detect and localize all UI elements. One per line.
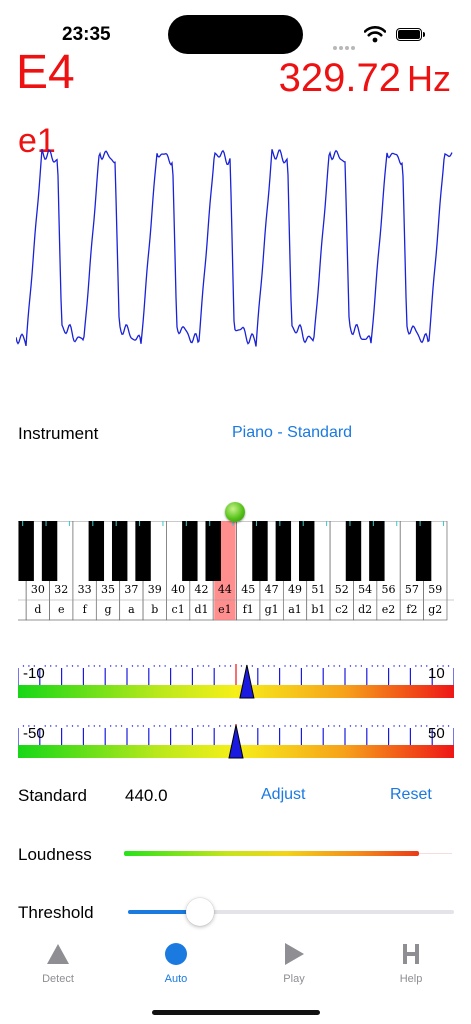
- piano-key-number: 33: [78, 583, 92, 596]
- fine-meter-max-label: 10: [428, 665, 445, 682]
- piano-key-name: g: [104, 603, 111, 616]
- threshold-slider-thumb[interactable]: [186, 898, 214, 926]
- piano-key-name: f2: [406, 603, 417, 616]
- tab-help-label: Help: [399, 973, 423, 985]
- piano-key-name: d: [34, 603, 41, 616]
- fine-meter-pointer: [239, 664, 255, 699]
- piano-key-number: 47: [265, 583, 279, 596]
- detected-note: E4: [16, 46, 75, 99]
- piano-black-key[interactable]: [299, 521, 315, 581]
- play-icon: [244, 940, 344, 968]
- loudness-bar-track: [419, 853, 452, 854]
- home-indicator: [152, 1010, 320, 1015]
- adjust-button[interactable]: Adjust: [261, 786, 305, 804]
- piano-key-name: e1: [218, 603, 232, 616]
- piano-key-number: 42: [195, 583, 209, 596]
- tab-detect[interactable]: Detect: [8, 940, 108, 985]
- piano-key-name: g1: [265, 603, 279, 616]
- instrument-selector[interactable]: Piano - Standard: [232, 424, 352, 442]
- dynamic-island: [168, 15, 303, 54]
- piano-key-number: 52: [335, 583, 349, 596]
- frequency-readout: 329.72 Hz: [279, 58, 451, 98]
- piano-key-number: 45: [241, 583, 255, 596]
- battery-icon: [396, 28, 425, 41]
- tab-auto-label: Auto: [164, 973, 188, 985]
- tab-help[interactable]: Help: [361, 940, 461, 985]
- piano-key-name: d1: [194, 603, 208, 616]
- piano-key-name: c2: [335, 603, 348, 616]
- fine-meter-min-label: -10: [23, 665, 45, 682]
- circle-icon: [126, 940, 226, 968]
- piano-black-key[interactable]: [369, 521, 385, 581]
- piano-black-key[interactable]: [135, 521, 151, 581]
- signal-icon: [333, 37, 357, 55]
- waveform-line: [16, 148, 453, 347]
- piano-key-name: b1: [311, 603, 325, 616]
- status-time: 23:35: [62, 24, 111, 45]
- loudness-level-bar: [124, 851, 419, 856]
- standard-label: Standard: [18, 786, 87, 805]
- fine-tuning-meter: [18, 664, 454, 699]
- pitch-indicator-ball: [225, 502, 245, 522]
- piano-key-number: 54: [358, 583, 372, 596]
- piano-key-number: 30: [31, 583, 45, 596]
- instrument-label: Instrument: [18, 424, 99, 443]
- piano-key-name: f1: [243, 603, 254, 616]
- piano-black-key[interactable]: [345, 521, 362, 581]
- tab-play-label: Play: [283, 973, 305, 985]
- piano-key-name: b: [151, 603, 158, 616]
- piano-key-number: 56: [382, 583, 396, 596]
- coarse-tuning-meter: [18, 724, 454, 759]
- piano-black-key[interactable]: [111, 521, 128, 581]
- piano-black-key[interactable]: [182, 521, 198, 581]
- piano-black-key[interactable]: [41, 521, 58, 581]
- piano-black-key[interactable]: [275, 521, 292, 581]
- frequency-value: 329.72: [278, 56, 401, 100]
- piano-key-number: 40: [171, 583, 185, 596]
- threshold-label: Threshold: [18, 903, 94, 922]
- piano-key-name: e2: [382, 603, 396, 616]
- piano-black-key[interactable]: [205, 521, 221, 581]
- standard-value: 440.0: [125, 786, 168, 805]
- tab-play[interactable]: Play: [244, 940, 344, 985]
- piano-black-key[interactable]: [415, 521, 432, 581]
- piano-key-number: 32: [54, 583, 68, 596]
- piano-keyboard[interactable]: 8c30d32e33f35g37a39b40c142d144e145f147g1…: [18, 521, 454, 621]
- piano-key-number: 39: [148, 583, 162, 596]
- waveform-display: [16, 148, 453, 347]
- piano-key-name: c1: [172, 603, 185, 616]
- piano-key-name: a: [128, 603, 135, 616]
- wifi-icon: [363, 26, 387, 48]
- piano-key-number: 57: [405, 583, 419, 596]
- piano-key-number: 51: [311, 583, 325, 596]
- piano-black-key[interactable]: [252, 521, 268, 581]
- coarse-meter-max-label: 50: [428, 725, 445, 742]
- coarse-meter-pointer: [228, 724, 244, 759]
- tab-bar: Detect Auto Play Help: [0, 940, 471, 1000]
- piano-key-name: g2: [428, 603, 442, 616]
- tab-auto[interactable]: Auto: [126, 940, 226, 985]
- triangle-icon: [8, 940, 108, 968]
- piano-key-number: 37: [124, 583, 138, 596]
- piano-key-name: d2: [358, 603, 372, 616]
- piano-key-name: a1: [288, 603, 302, 616]
- reset-button[interactable]: Reset: [390, 786, 432, 804]
- piano-key-number: 49: [288, 583, 302, 596]
- piano-key-number: 59: [428, 583, 442, 596]
- piano-key-name: e: [58, 603, 65, 616]
- piano-key-number: 35: [101, 583, 115, 596]
- frequency-unit: Hz: [407, 58, 451, 99]
- piano-key-number: 44: [218, 583, 232, 596]
- tab-detect-label: Detect: [42, 973, 74, 985]
- help-h-icon: [361, 940, 461, 968]
- piano-black-key[interactable]: [88, 521, 105, 581]
- loudness-label: Loudness: [18, 845, 92, 864]
- piano-black-key[interactable]: [18, 521, 34, 581]
- coarse-meter-min-label: -50: [23, 725, 45, 742]
